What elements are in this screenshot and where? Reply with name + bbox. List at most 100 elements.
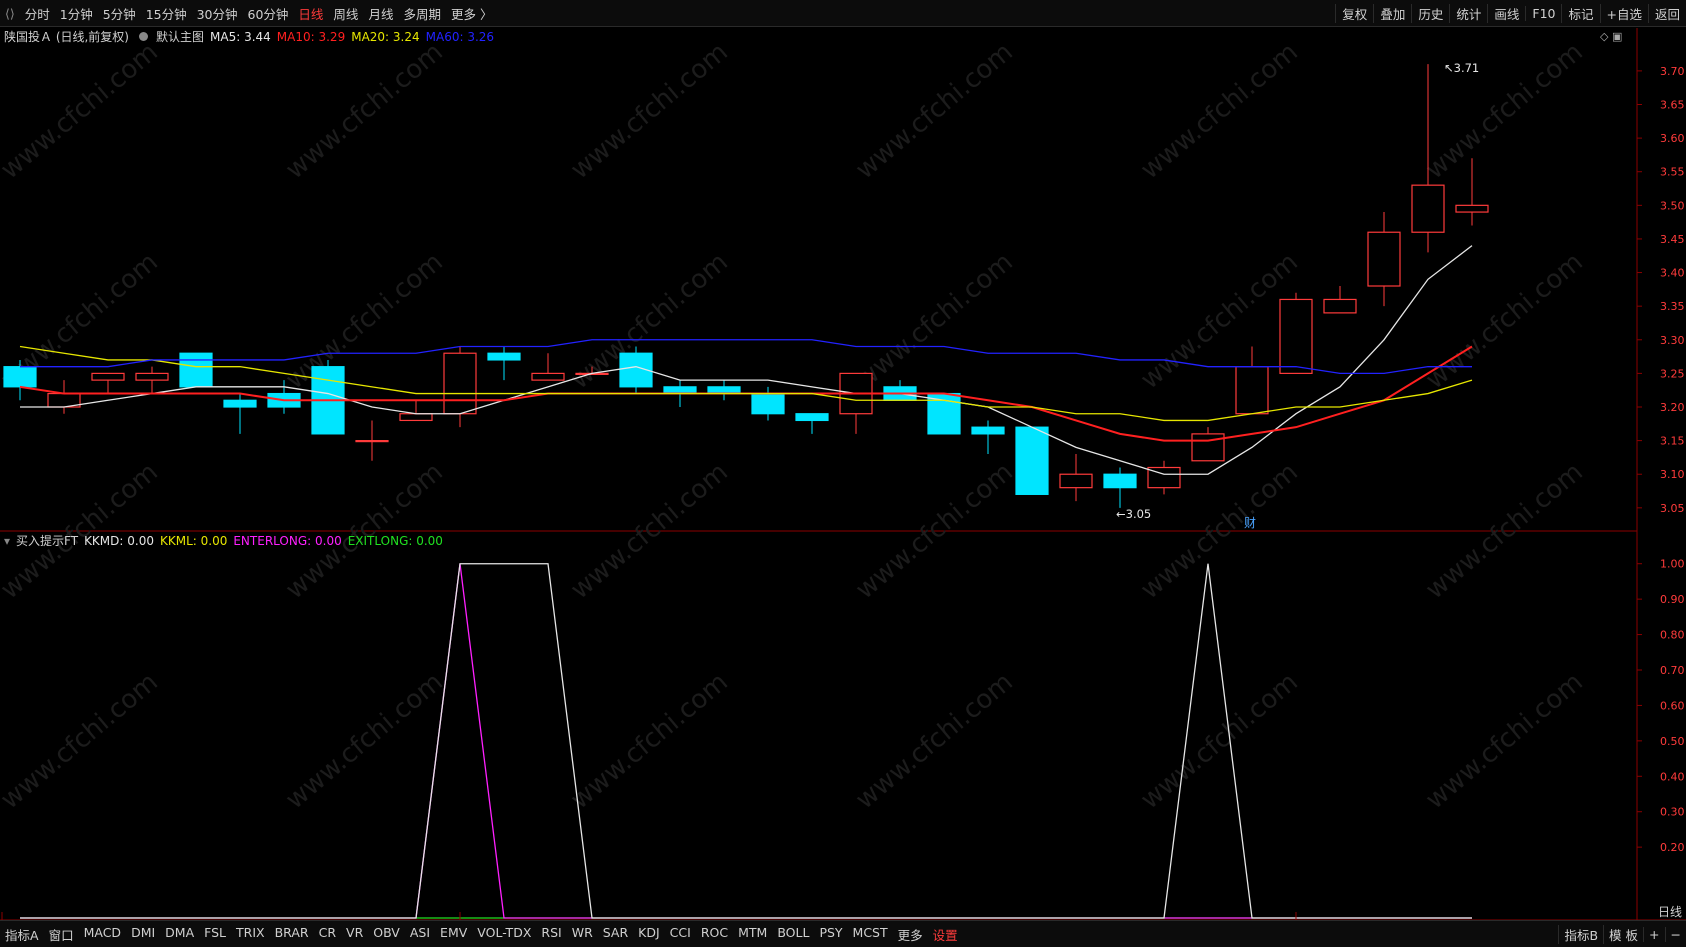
indicator-tab-24[interactable]: 更多: [893, 925, 928, 944]
period-tab-5[interactable]: 60分钟: [243, 4, 294, 23]
candle[interactable]: [1235, 346, 1269, 415]
period-tab-7[interactable]: 周线: [328, 4, 363, 23]
tools-toolbar: 复权 叠加 历史 统计 画线 F10 标记 +自选 返回: [1335, 0, 1686, 26]
tool-button-2[interactable]: 历史: [1411, 3, 1449, 23]
candle[interactable]: [839, 372, 873, 434]
indicator-tab-8[interactable]: CR: [314, 925, 341, 944]
indicator-tab-9[interactable]: VR: [341, 925, 368, 944]
indicator-tab-15[interactable]: WR: [567, 925, 598, 944]
y-tick-label: 0.30: [1660, 806, 1685, 819]
candle[interactable]: [47, 380, 81, 414]
indicator-tab-10[interactable]: OBV: [368, 925, 405, 944]
diamond-icon[interactable]: ◇: [1600, 30, 1608, 43]
indicator-right-button-0[interactable]: 指标B: [1558, 924, 1603, 944]
indicator-tab-1[interactable]: 窗口: [44, 925, 79, 944]
indicator-name[interactable]: 买入提示FT: [16, 532, 78, 549]
candle[interactable]: [1279, 292, 1313, 374]
indicator-tab-20[interactable]: MTM: [733, 925, 772, 944]
candle[interactable]: [487, 346, 521, 381]
period-tab-2[interactable]: 5分钟: [98, 4, 141, 23]
tool-button-0[interactable]: 复权: [1335, 3, 1373, 23]
candle[interactable]: [883, 380, 917, 401]
indicator-tab-0[interactable]: 指标A: [0, 925, 44, 944]
period-tab-1[interactable]: 1分钟: [55, 4, 98, 23]
indicator-tab-4[interactable]: DMA: [160, 925, 199, 944]
candle[interactable]: [1059, 454, 1093, 502]
low-price-label: ←3.05: [1116, 507, 1151, 521]
indicator-tab-19[interactable]: ROC: [696, 925, 733, 944]
stock-name[interactable]: 陕国投Ａ (日线,前复权): [4, 28, 129, 45]
candle[interactable]: [355, 420, 389, 461]
period-tab-3[interactable]: 15分钟: [141, 4, 192, 23]
indicator-tab-7[interactable]: BRAR: [270, 925, 314, 944]
tool-button-4[interactable]: 画线: [1487, 3, 1525, 23]
candle[interactable]: [971, 420, 1005, 455]
indicator-right-button-2[interactable]: +: [1643, 926, 1664, 942]
tool-button-1[interactable]: 叠加: [1373, 3, 1411, 23]
candle[interactable]: [707, 380, 741, 401]
y-tick-label: 0.70: [1660, 664, 1685, 677]
candle[interactable]: [751, 386, 785, 421]
candle[interactable]: [1367, 212, 1401, 307]
period-tab-0[interactable]: 分时: [20, 4, 55, 23]
indicator-tab-5[interactable]: FSL: [199, 925, 231, 944]
candle[interactable]: [443, 346, 477, 428]
candle[interactable]: [1147, 460, 1181, 495]
candle[interactable]: [1455, 158, 1489, 226]
candle[interactable]: [1103, 467, 1137, 508]
tool-button-6[interactable]: 标记: [1561, 3, 1599, 23]
template-dot-icon: [139, 32, 148, 41]
candle[interactable]: [927, 392, 961, 435]
indicator-tab-21[interactable]: BOLL: [772, 925, 814, 944]
tool-button-8[interactable]: 返回: [1647, 3, 1686, 23]
period-tab-8[interactable]: 月线: [363, 4, 398, 23]
watermark: www.cfchi.com: [1420, 667, 1589, 815]
watermark: www.cfchi.com: [280, 667, 449, 815]
indicator-tab-13[interactable]: VOL-TDX: [472, 925, 536, 944]
candle-body: [135, 372, 169, 381]
candle[interactable]: [91, 372, 125, 394]
indicator-tab-3[interactable]: DMI: [126, 925, 160, 944]
indicator-tab-16[interactable]: SAR: [598, 925, 633, 944]
candle[interactable]: [1015, 426, 1049, 495]
indicator-tab-12[interactable]: EMV: [435, 925, 472, 944]
finance-marker[interactable]: 财: [1244, 516, 1256, 530]
indicator-tab-25[interactable]: 设置: [928, 925, 963, 944]
window-icon[interactable]: ▣: [1612, 30, 1622, 43]
tool-button-5[interactable]: F10: [1525, 5, 1561, 21]
watermark: www.cfchi.com: [280, 37, 449, 185]
ma-legend-item: MA20: 3.24: [351, 29, 420, 44]
indicator-right-button-3[interactable]: −: [1664, 926, 1686, 942]
candle[interactable]: [1191, 427, 1225, 462]
tool-button-7[interactable]: +自选: [1599, 3, 1648, 23]
y-tick-label: 3.50: [1660, 199, 1685, 212]
candle-body: [1367, 231, 1401, 287]
candle[interactable]: [795, 413, 829, 434]
period-tab-9[interactable]: 多周期: [398, 4, 446, 23]
indicator-tab-2[interactable]: MACD: [79, 925, 126, 944]
period-tab-6[interactable]: 日线: [293, 4, 328, 23]
ma-legend-item: MA10: 3.29: [276, 29, 346, 44]
candle[interactable]: [399, 400, 433, 422]
indicator-tab-18[interactable]: CCI: [665, 925, 696, 944]
candle[interactable]: [179, 352, 213, 388]
candle[interactable]: [531, 353, 565, 381]
indicator-tab-6[interactable]: TRIX: [231, 925, 270, 944]
period-tab-10[interactable]: 更多 〉: [446, 4, 497, 23]
candle[interactable]: [1323, 286, 1357, 314]
candle[interactable]: [135, 366, 169, 394]
sub-chart-icon: ▾: [4, 533, 11, 548]
indicator-tab-17[interactable]: KDJ: [633, 925, 665, 944]
indicator-tab-22[interactable]: PSY: [814, 925, 847, 944]
candle[interactable]: [223, 393, 257, 434]
indicator-tab-14[interactable]: RSI: [536, 925, 566, 944]
tool-button-3[interactable]: 统计: [1449, 3, 1487, 23]
period-tab-4[interactable]: 30分钟: [192, 4, 243, 23]
indicator-right-button-1[interactable]: 模 板: [1603, 924, 1643, 944]
indicator-legend-item: KKMD: 0.00: [84, 533, 154, 548]
chart-canvas[interactable]: www.cfchi.com www.cfchi.com www.cfchi.com w…: [0, 0, 1686, 947]
collapse-icon[interactable]: ⟨⟩: [0, 6, 20, 21]
indicator-tab-11[interactable]: ASI: [405, 925, 435, 944]
indicator-tab-23[interactable]: MCST: [848, 925, 893, 944]
template-name[interactable]: 默认主图: [156, 28, 204, 45]
